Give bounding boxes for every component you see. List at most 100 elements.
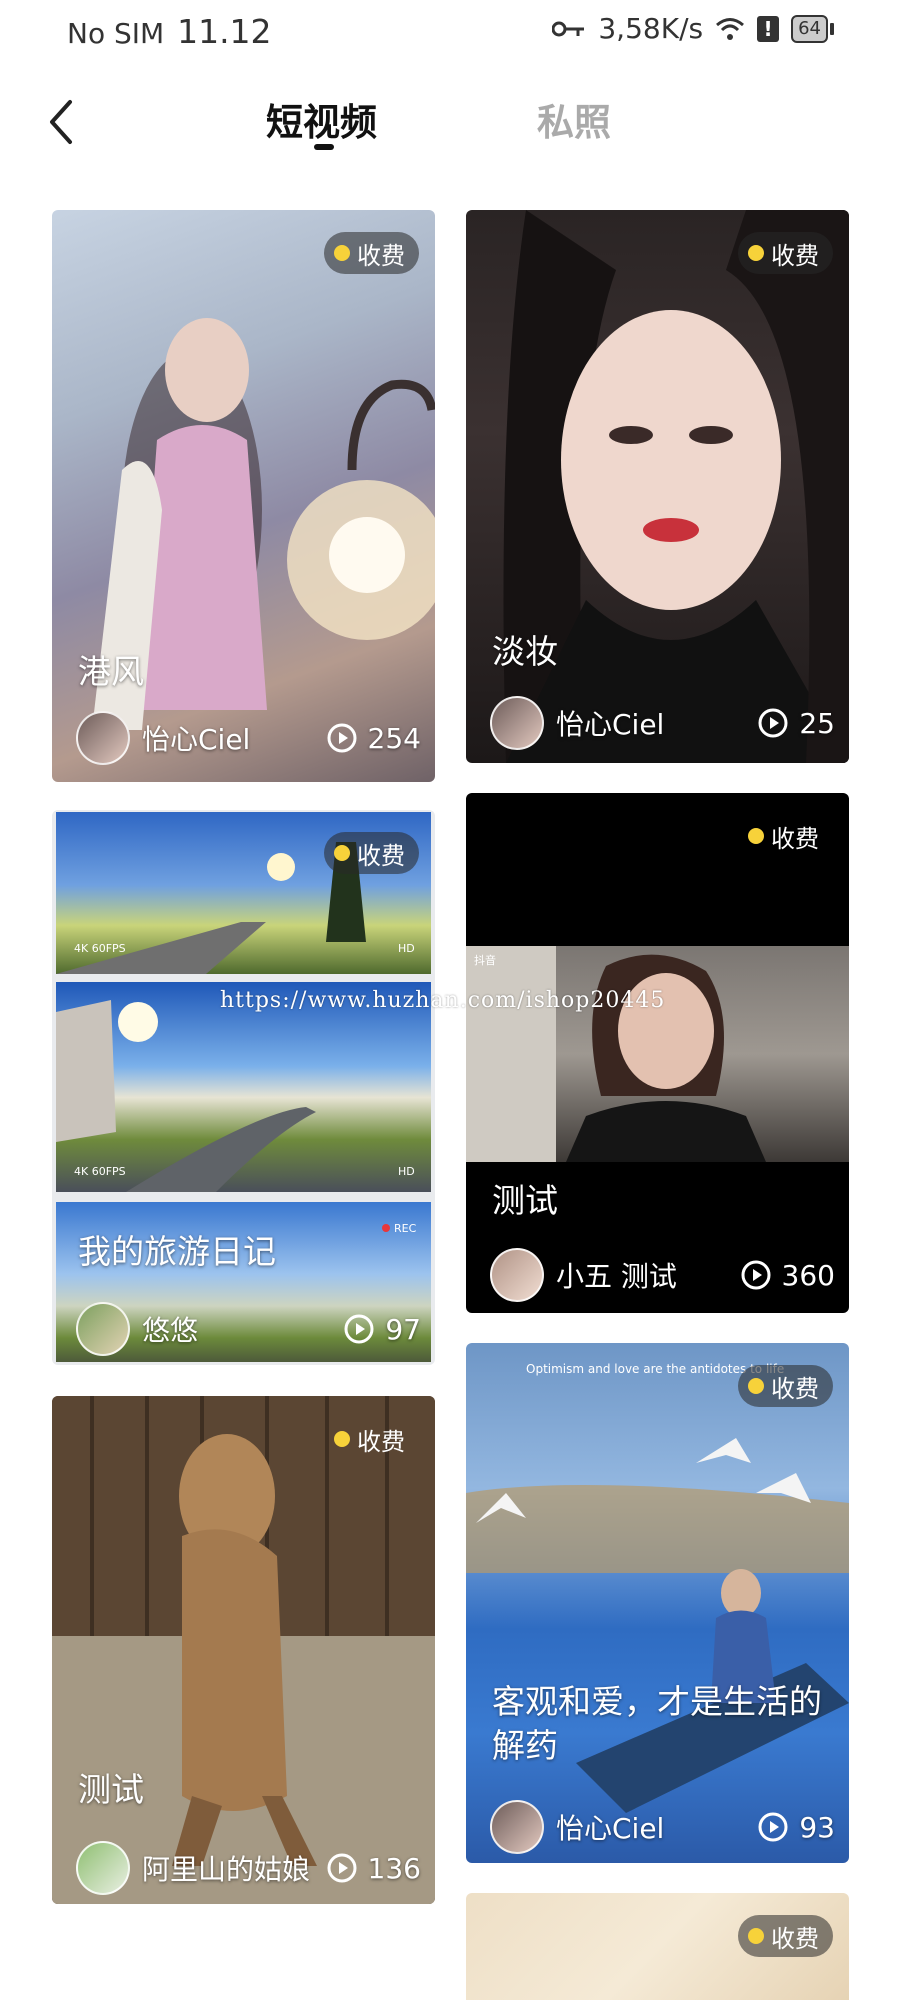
tab-short-video[interactable]: 短视频 bbox=[266, 92, 377, 146]
avatar[interactable] bbox=[76, 711, 130, 765]
card-footer: 怡心Ciel 93 bbox=[490, 1800, 835, 1854]
fee-label: 收费 bbox=[357, 241, 405, 270]
fee-dot-icon bbox=[748, 1928, 764, 1944]
play-count: 97 bbox=[343, 1313, 421, 1346]
carrier-label: No SIM bbox=[67, 17, 165, 50]
card-footer: 悠悠 97 bbox=[76, 1302, 421, 1356]
video-thumbnail: 4K 60FPS HD bbox=[56, 982, 431, 1192]
fee-badge: 收费 bbox=[738, 815, 833, 857]
card-title: 淡妆 bbox=[492, 632, 558, 671]
card-footer: 阿里山的姑娘 136 bbox=[76, 1841, 421, 1895]
video-card[interactable]: 抖音 收费 测试 小五 测试 360 bbox=[466, 793, 849, 1313]
fee-label: 收费 bbox=[357, 1427, 405, 1456]
video-card[interactable]: 收费 港风 怡心Ciel 254 bbox=[52, 210, 435, 782]
play-count: 360 bbox=[740, 1259, 835, 1292]
tab-private-photos[interactable]: 私照 bbox=[537, 92, 611, 146]
svg-text:HD: HD bbox=[398, 942, 415, 955]
video-thumbnail: 抖音 bbox=[466, 946, 849, 1162]
card-title: 我的旅游日记 bbox=[78, 1232, 276, 1271]
fee-badge: 收费 bbox=[738, 232, 833, 274]
svg-text:HD: HD bbox=[398, 1165, 415, 1178]
card-title: 客观和爱，才是生活的解药 bbox=[492, 1682, 822, 1765]
card-title: 测试 bbox=[492, 1181, 558, 1220]
battery-level: 64 bbox=[791, 14, 828, 43]
status-right: 3,58K/s ! 64 bbox=[552, 12, 834, 45]
play-count: 254 bbox=[326, 722, 421, 755]
author-name[interactable]: 阿里山的姑娘 bbox=[142, 1848, 326, 1888]
fee-label: 收费 bbox=[357, 841, 405, 870]
avatar[interactable] bbox=[490, 696, 544, 750]
video-card[interactable]: Optimism and love are the antidotes to l… bbox=[466, 1343, 849, 1863]
fee-badge: 收费 bbox=[324, 832, 419, 874]
back-button[interactable] bbox=[36, 92, 92, 152]
author-name[interactable]: 小五 测试 bbox=[556, 1255, 740, 1295]
play-count-value: 360 bbox=[781, 1258, 835, 1292]
author-name[interactable]: 怡心Ciel bbox=[556, 703, 757, 743]
status-bar: No SIM 11.12 3,58K/s ! 64 bbox=[0, 0, 900, 62]
author-name[interactable]: 悠悠 bbox=[142, 1309, 343, 1349]
fee-label: 收费 bbox=[771, 1924, 819, 1953]
avatar[interactable] bbox=[490, 1800, 544, 1854]
play-circle-icon bbox=[327, 723, 357, 753]
video-thumbnail: Optimism and love are the antidotes to l… bbox=[466, 1343, 849, 1863]
card-title: 港风 bbox=[78, 652, 144, 691]
fee-badge: 收费 bbox=[324, 1418, 419, 1460]
card-footer: 怡心Ciel 254 bbox=[76, 711, 421, 765]
svg-text:4K 60FPS: 4K 60FPS bbox=[74, 1165, 126, 1178]
battery-icon: 64 bbox=[791, 14, 834, 43]
play-circle-icon bbox=[327, 1853, 357, 1883]
chevron-left-icon bbox=[50, 100, 72, 144]
play-count-value: 254 bbox=[367, 721, 421, 755]
play-count-value: 136 bbox=[367, 1851, 421, 1885]
video-card[interactable]: 收费 淡妆 怡心Ciel 25 bbox=[466, 210, 849, 763]
author-name[interactable]: 怡心Ciel bbox=[142, 718, 326, 758]
battery-tip bbox=[830, 22, 834, 35]
active-tab-indicator bbox=[314, 144, 334, 150]
status-left: No SIM 11.12 bbox=[67, 12, 272, 51]
play-count: 25 bbox=[757, 707, 835, 740]
fee-badge: 收费 bbox=[738, 1365, 833, 1407]
fee-dot-icon bbox=[748, 245, 764, 261]
wifi-icon bbox=[716, 17, 745, 40]
play-count-value: 93 bbox=[799, 1810, 835, 1844]
video-thumbnail bbox=[52, 210, 435, 782]
alert-icon: ! bbox=[757, 15, 780, 42]
play-circle-icon bbox=[741, 1260, 771, 1290]
fee-dot-icon bbox=[748, 1378, 764, 1394]
fee-dot-icon bbox=[334, 1431, 350, 1447]
fee-label: 收费 bbox=[771, 1374, 819, 1403]
play-circle-icon bbox=[758, 708, 788, 738]
fee-label: 收费 bbox=[771, 241, 819, 270]
top-nav: 短视频 私照 bbox=[0, 62, 900, 182]
fee-dot-icon bbox=[334, 845, 350, 861]
fee-badge: 收费 bbox=[324, 232, 419, 274]
author-name[interactable]: 怡心Ciel bbox=[556, 1807, 757, 1847]
play-count-value: 97 bbox=[385, 1312, 421, 1346]
card-title: 测试 bbox=[78, 1770, 144, 1809]
play-count: 93 bbox=[757, 1811, 835, 1844]
key-icon bbox=[552, 21, 585, 36]
play-circle-icon bbox=[758, 1812, 788, 1842]
svg-text:抖音: 抖音 bbox=[474, 953, 496, 967]
video-thumbnail bbox=[466, 210, 849, 763]
play-count: 136 bbox=[326, 1852, 421, 1885]
video-card[interactable]: 收费 bbox=[466, 1893, 849, 2000]
video-card[interactable]: 4K 60FPS HD 4K 60FPS HD REC 收费 我的旅游日记 悠悠… bbox=[52, 810, 435, 1365]
play-circle-icon bbox=[344, 1314, 374, 1344]
avatar[interactable] bbox=[490, 1248, 544, 1302]
fee-dot-icon bbox=[334, 245, 350, 261]
avatar[interactable] bbox=[76, 1841, 130, 1895]
fee-dot-icon bbox=[748, 828, 764, 844]
video-thumbnail bbox=[52, 1396, 435, 1904]
svg-text:4K 60FPS: 4K 60FPS bbox=[74, 942, 126, 955]
fee-label: 收费 bbox=[771, 824, 819, 853]
avatar[interactable] bbox=[76, 1302, 130, 1356]
play-count-value: 25 bbox=[799, 706, 835, 740]
clock: 11.12 bbox=[177, 12, 272, 51]
fee-badge: 收费 bbox=[738, 1915, 833, 1957]
watermark: https://www.huzhan.com/ishop20445 bbox=[220, 988, 666, 1013]
svg-text:REC: REC bbox=[394, 1222, 417, 1235]
card-footer: 小五 测试 360 bbox=[490, 1248, 835, 1302]
video-card[interactable]: 收费 测试 阿里山的姑娘 136 bbox=[52, 1396, 435, 1904]
card-footer: 怡心Ciel 25 bbox=[490, 696, 835, 750]
